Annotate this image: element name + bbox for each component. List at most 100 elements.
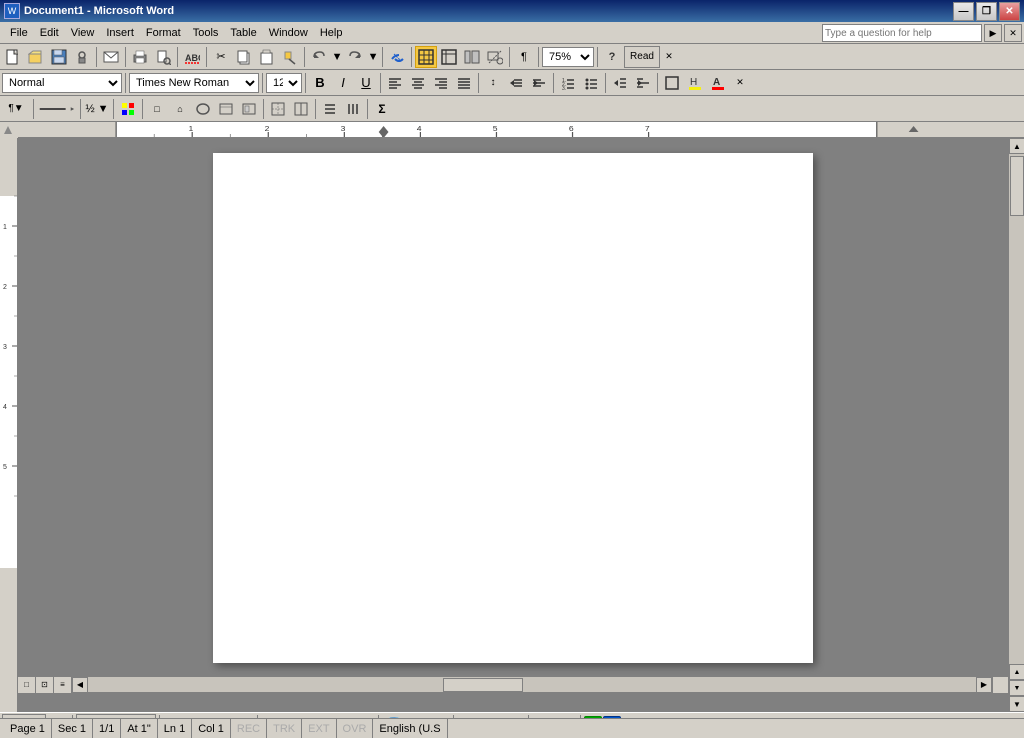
scroll-track-horizontal[interactable] (88, 677, 976, 692)
font-size-dropdown[interactable]: 12 (266, 73, 302, 93)
toolbar-close-button[interactable]: ✕ (661, 46, 677, 68)
justify-button[interactable] (453, 72, 475, 94)
view-web-button[interactable]: ⊡ (36, 677, 54, 693)
menu-item-view[interactable]: View (65, 25, 101, 41)
print-preview-button[interactable] (152, 46, 174, 68)
style-dropdown[interactable]: Normal (2, 73, 122, 93)
scroll-page-up-button[interactable]: ▲ (1009, 664, 1024, 680)
email-button[interactable] (100, 46, 122, 68)
increase-indent-button[interactable] (632, 72, 654, 94)
redo-button[interactable] (344, 46, 366, 68)
document-page[interactable] (213, 153, 813, 663)
close-button[interactable]: ✕ (999, 2, 1020, 21)
help-close-button[interactable]: ✕ (1004, 24, 1022, 42)
tb3-dist-cols[interactable] (342, 98, 364, 120)
redo-dropdown[interactable]: ▼ (367, 46, 379, 68)
help-go-button[interactable]: ▶ (984, 24, 1002, 42)
permission-button[interactable] (71, 46, 93, 68)
menu-item-window[interactable]: Window (263, 25, 314, 41)
menu-item-file[interactable]: File (4, 25, 34, 41)
view-outline-button[interactable]: ≡ (54, 677, 72, 693)
auto-sum-button[interactable]: Σ (371, 98, 393, 120)
spell-button[interactable]: ABC (181, 46, 203, 68)
tb3-sep-6 (315, 99, 316, 119)
print-button[interactable] (129, 46, 151, 68)
undo-button[interactable] (308, 46, 330, 68)
toolbar-separator-7 (411, 47, 412, 67)
line-style-button[interactable] (37, 98, 77, 120)
scroll-thumb-vertical[interactable] (1010, 156, 1024, 216)
tb3-btn-4[interactable] (215, 98, 237, 120)
undo-dropdown[interactable]: ▼ (331, 46, 343, 68)
decrease-indent-button[interactable] (609, 72, 631, 94)
scroll-thumb-horizontal[interactable] (443, 678, 523, 692)
zoom-dropdown[interactable]: 50% 75% 100% 150% 200% (542, 47, 594, 67)
format-painter-button[interactable] (279, 46, 301, 68)
underline-button[interactable]: U (355, 72, 377, 94)
minimize-button[interactable]: — (953, 2, 974, 21)
tb3-btn-3[interactable] (192, 98, 214, 120)
normal-style-dropdown[interactable]: ¶▼ (2, 98, 30, 120)
menu-item-tools[interactable]: Tools (187, 25, 225, 41)
scroll-track-vertical[interactable] (1009, 154, 1024, 664)
copy-button[interactable] (233, 46, 255, 68)
restore-button[interactable]: ❐ (976, 2, 997, 21)
highlight-button[interactable]: H (684, 72, 706, 94)
border-button[interactable] (661, 72, 683, 94)
fraction-button[interactable]: ½ ▼ (84, 98, 110, 120)
menu-item-edit[interactable]: Edit (34, 25, 65, 41)
horizontal-scrollbar[interactable]: □ ⊡ ≡ ◀ ▶ (18, 676, 1008, 692)
help-search-input[interactable] (822, 24, 982, 42)
vertical-ruler: 1 2 3 4 5 (0, 138, 18, 712)
menu-item-insert[interactable]: Insert (100, 25, 140, 41)
color-swatch-button[interactable] (117, 98, 139, 120)
show-formatting-button[interactable]: ¶ (513, 46, 535, 68)
font-color-button[interactable]: A (707, 72, 729, 94)
outdent-button[interactable] (505, 72, 527, 94)
drawing-button[interactable] (484, 46, 506, 68)
svg-text:5: 5 (3, 464, 7, 471)
fmt-sep-7 (605, 73, 606, 93)
scroll-left-button[interactable]: ◀ (72, 677, 88, 693)
open-button[interactable] (25, 46, 47, 68)
scroll-up-button[interactable]: ▲ (1009, 138, 1024, 154)
align-center-button[interactable] (407, 72, 429, 94)
align-left-button[interactable] (384, 72, 406, 94)
scroll-page-down-button[interactable]: ▼ (1009, 680, 1024, 696)
fmt-toolbar-close[interactable]: ✕ (732, 72, 748, 94)
title-bar: W Document1 - Microsoft Word — ❐ ✕ (0, 0, 1024, 22)
help-button[interactable]: ? (601, 46, 623, 68)
vertical-scrollbar[interactable]: ▲ ▲ ▼ ▼ (1008, 138, 1024, 712)
scroll-down-button[interactable]: ▼ (1009, 696, 1024, 712)
hyperlink-button[interactable] (386, 46, 408, 68)
cut-button[interactable]: ✂ (210, 46, 232, 68)
menu-item-table[interactable]: Table (224, 25, 262, 41)
align-right-button[interactable] (430, 72, 452, 94)
insert-table-button[interactable] (438, 46, 460, 68)
menu-item-help[interactable]: Help (314, 25, 349, 41)
tb3-btn-1[interactable]: □ (146, 98, 168, 120)
tb3-btn-5[interactable] (238, 98, 260, 120)
line-spacing-button[interactable]: ↕ (482, 72, 504, 94)
numbering-button[interactable]: 1.2.3. (557, 72, 579, 94)
tb3-dist-rows[interactable] (319, 98, 341, 120)
tb3-btn-2[interactable]: ⌂ (169, 98, 191, 120)
new-button[interactable] (2, 46, 24, 68)
bold-button[interactable]: B (309, 72, 331, 94)
menu-item-format[interactable]: Format (140, 25, 187, 41)
read-button[interactable]: Read (624, 46, 660, 68)
tables-borders-button[interactable] (415, 46, 437, 68)
font-dropdown[interactable]: Times New Roman (129, 73, 259, 93)
bullets-button[interactable] (580, 72, 602, 94)
save-button[interactable] (48, 46, 70, 68)
paste-button[interactable] (256, 46, 278, 68)
toolbar-separator-2 (125, 47, 126, 67)
tb3-merge-btn[interactable] (267, 98, 289, 120)
columns-button[interactable] (461, 46, 483, 68)
view-normal-button[interactable]: □ (18, 677, 36, 693)
italic-button[interactable]: I (332, 72, 354, 94)
toolbar-separator-6 (382, 47, 383, 67)
indent-button[interactable] (528, 72, 550, 94)
scroll-right-button[interactable]: ▶ (976, 677, 992, 693)
tb3-split-btn[interactable] (290, 98, 312, 120)
